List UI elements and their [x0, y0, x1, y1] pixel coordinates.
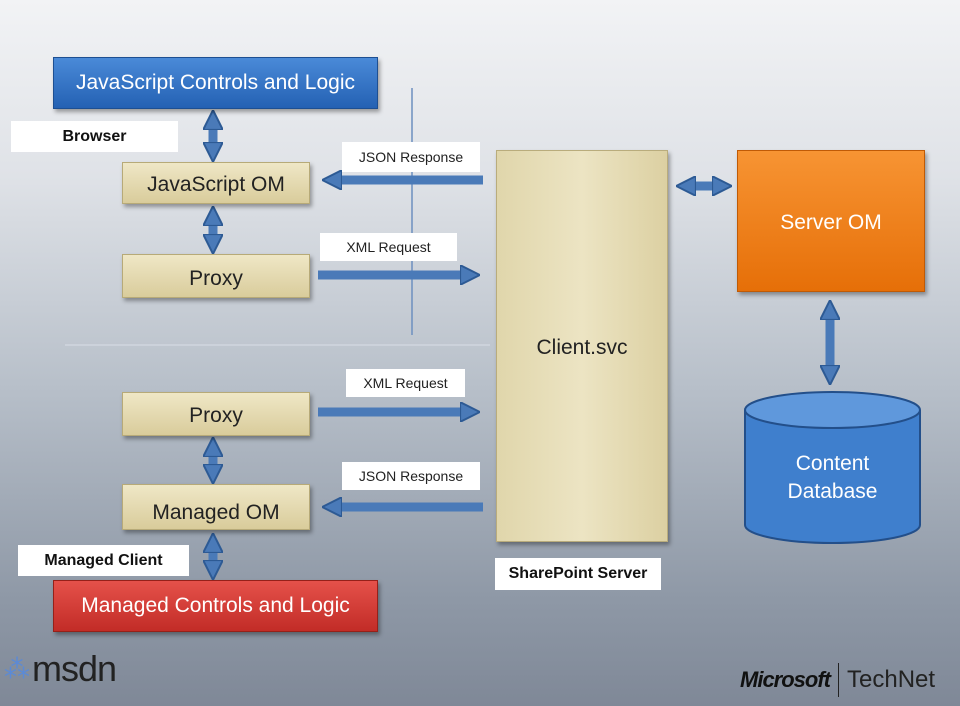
msdn-swirl-icon: ⁂ [4, 653, 30, 684]
proxy-box-browser: Proxy [122, 254, 310, 298]
browser-label: Browser [11, 121, 178, 152]
server-om-box: Server OM [737, 150, 925, 292]
javascript-om-box: JavaScript OM [122, 162, 310, 204]
microsoft-technet-logo: Microsoft TechNet [740, 660, 935, 700]
msdn-logo-text: msdn [32, 648, 117, 689]
managed-controls-box: Managed Controls and Logic [53, 580, 378, 632]
managed-om-box: Managed OM [122, 484, 310, 530]
msdn-logo: ⁂ msdn [4, 648, 117, 690]
microsoft-logo-text: Microsoft [740, 667, 831, 692]
technet-logo-text: TechNet [847, 666, 936, 693]
diagram: JavaScript Controls and Logic Browser Ja… [0, 0, 960, 706]
logo-divider [838, 663, 839, 697]
proxy-box-managed: Proxy [122, 392, 310, 436]
xml-request-label-bottom: XML Request [346, 369, 465, 397]
managed-client-label: Managed Client [18, 545, 189, 576]
json-response-label-bottom: JSON Response [342, 462, 480, 490]
sharepoint-server-label: SharePoint Server [495, 558, 661, 590]
json-response-label-top: JSON Response [342, 142, 480, 172]
client-svc-label: Client.svc [536, 336, 628, 359]
javascript-controls-box: JavaScript Controls and Logic [53, 57, 378, 109]
xml-request-label-top: XML Request [320, 233, 457, 261]
content-database-label: Content Database [787, 452, 878, 503]
client-svc-box: Client.svc [496, 150, 668, 542]
